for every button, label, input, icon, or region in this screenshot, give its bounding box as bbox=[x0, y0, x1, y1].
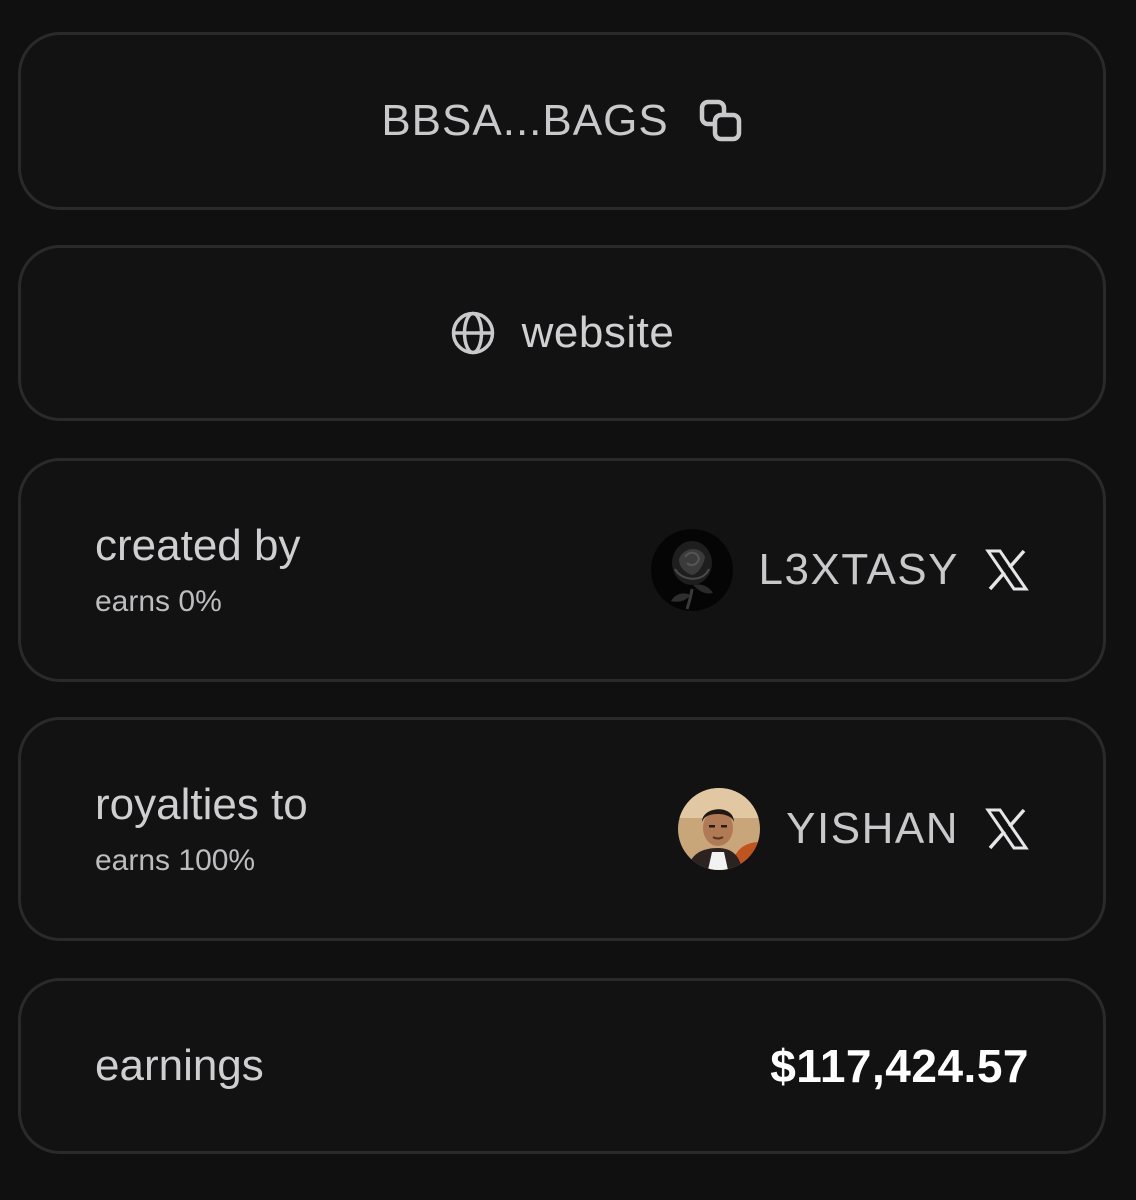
globe-icon bbox=[450, 310, 496, 356]
creator-card: created by earns 0% L3XTASY bbox=[18, 458, 1106, 682]
token-info-panel: BBSA...BAGS website created by earns 0% bbox=[0, 0, 1136, 1200]
royalties-card: royalties to earns 100% YISHAN bbox=[18, 717, 1106, 941]
creator-share: earns 0% bbox=[95, 585, 222, 618]
x-icon[interactable] bbox=[985, 807, 1029, 851]
royalties-info: royalties to earns 100% bbox=[95, 780, 308, 878]
earnings-amount: $117,424.57 bbox=[770, 1040, 1029, 1092]
token-address: BBSA...BAGS bbox=[381, 96, 669, 145]
royalties-title: royalties to bbox=[95, 780, 308, 829]
website-label: website bbox=[521, 308, 675, 357]
royalties-share: earns 100% bbox=[95, 844, 256, 877]
creator-title: created by bbox=[95, 521, 301, 570]
creator-avatar[interactable] bbox=[650, 529, 733, 611]
royalties-profile[interactable]: YISHAN bbox=[678, 788, 1029, 870]
x-icon[interactable] bbox=[985, 548, 1029, 592]
earnings-label: earnings bbox=[95, 1041, 264, 1090]
copy-icon[interactable] bbox=[699, 99, 743, 143]
address-card[interactable]: BBSA...BAGS bbox=[18, 32, 1106, 210]
creator-profile[interactable]: L3XTASY bbox=[650, 529, 1029, 611]
royalties-avatar[interactable] bbox=[678, 788, 761, 870]
creator-info: created by earns 0% bbox=[95, 521, 300, 619]
earnings-card: earnings $117,424.57 bbox=[18, 978, 1106, 1154]
creator-handle[interactable]: L3XTASY bbox=[759, 545, 959, 595]
website-button[interactable]: website bbox=[18, 245, 1106, 421]
royalties-handle[interactable]: YISHAN bbox=[786, 804, 959, 854]
